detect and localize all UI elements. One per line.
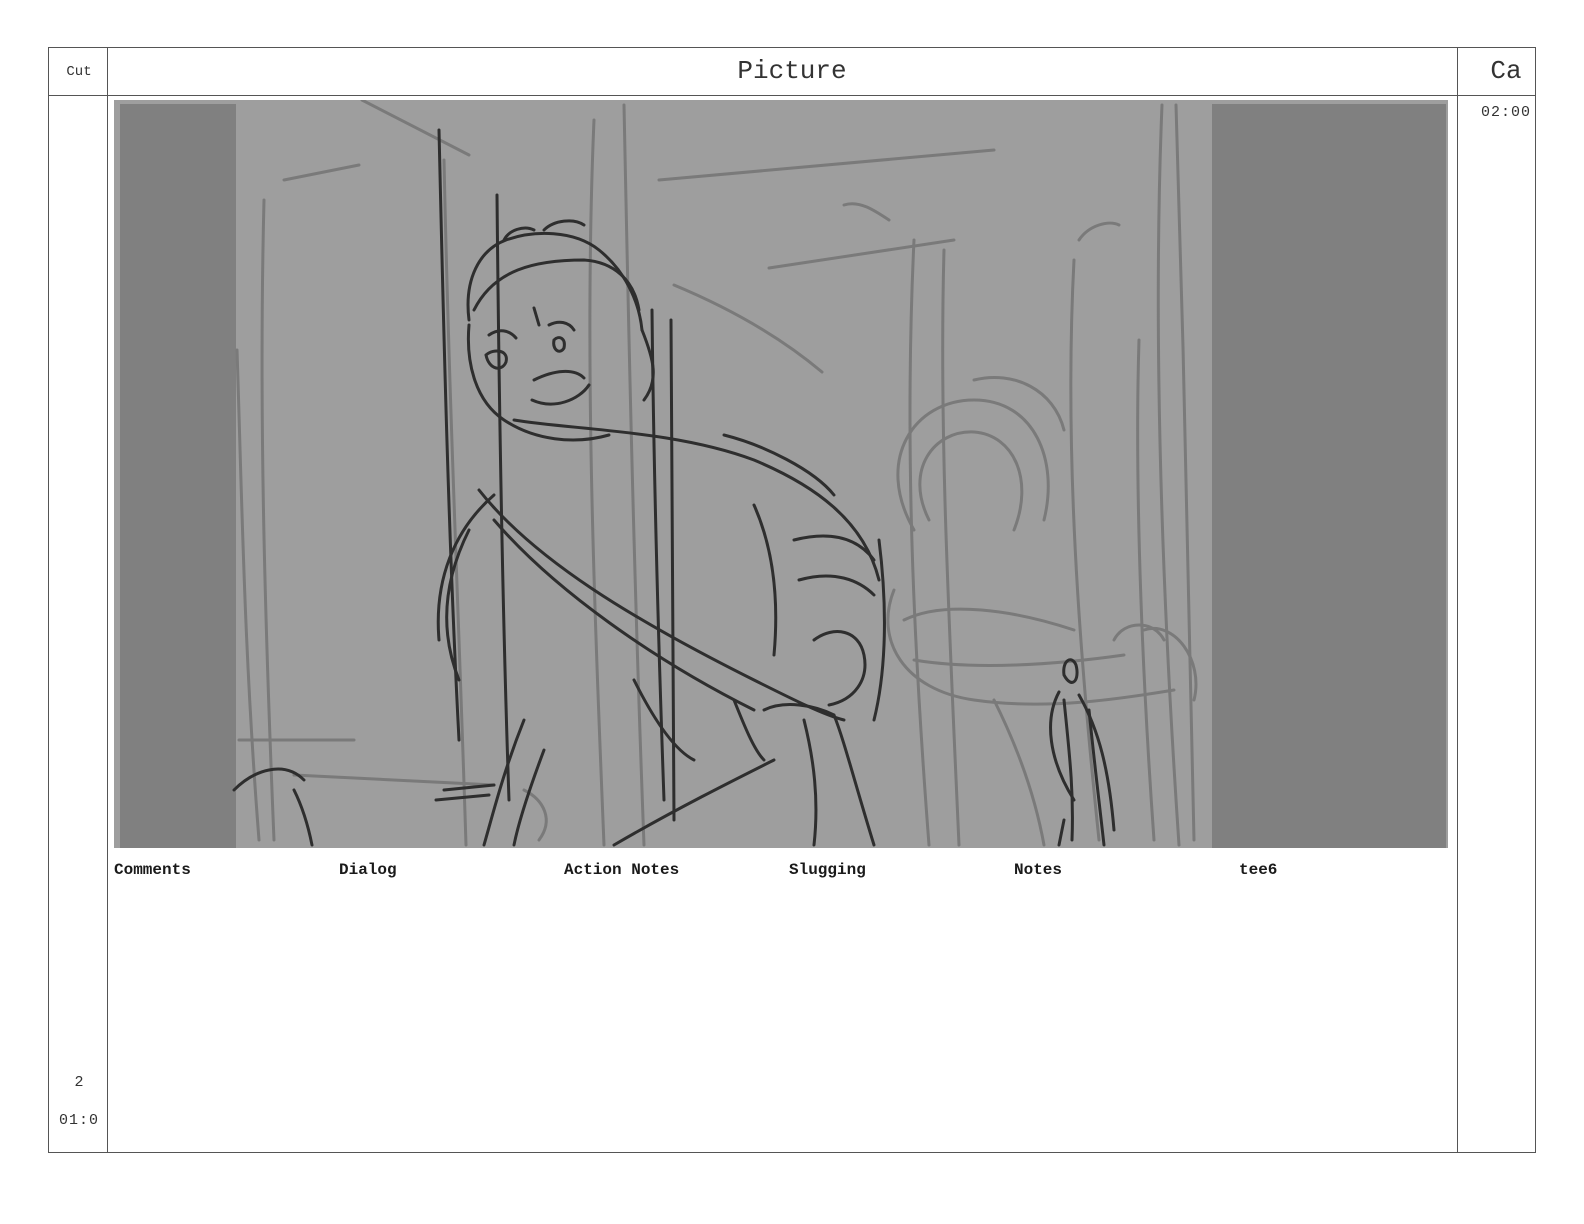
storyboard-sheet: Cut Picture Ca 02:00 2 01:0 Comments Dia… (48, 47, 1536, 1153)
character-sketch-lines (232, 128, 1116, 847)
picture-header: Picture (737, 56, 847, 86)
slugging-field[interactable]: Slugging (789, 861, 866, 879)
tee6-field[interactable]: tee6 (1239, 861, 1277, 879)
right-letterbox-bar (1212, 104, 1446, 848)
notes-fields-row: Comments Dialog Action Notes Slugging No… (114, 861, 1474, 881)
camera-header: Ca (1490, 56, 1522, 86)
cut-header: Cut (66, 64, 92, 80)
dialog-field[interactable]: Dialog (339, 861, 397, 879)
camera-time: 02:00 (1480, 104, 1531, 121)
comments-field[interactable]: Comments (114, 861, 191, 879)
notes-field[interactable]: Notes (1014, 861, 1062, 879)
panel-number: 2 (74, 1074, 84, 1091)
left-letterbox-bar (120, 104, 236, 848)
action-notes-field[interactable]: Action Notes (564, 861, 679, 879)
camera-column-divider (1457, 48, 1458, 1152)
header-divider (49, 95, 1535, 96)
sketch-drawing (120, 100, 1446, 848)
storyboard-frame[interactable] (114, 100, 1448, 848)
cut-column-divider (107, 48, 108, 1152)
panel-time: 01:0 (58, 1112, 99, 1129)
